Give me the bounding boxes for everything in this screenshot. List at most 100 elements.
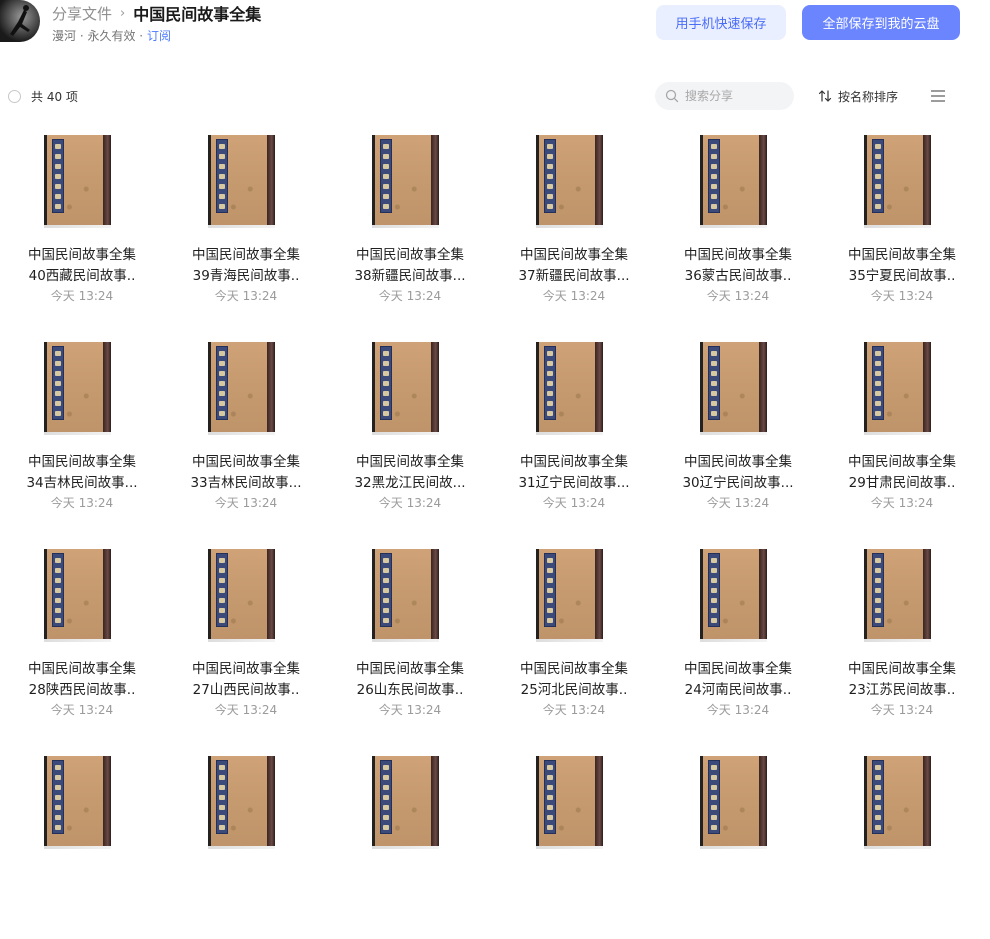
book-cover-thumbnail[interactable] bbox=[536, 342, 603, 435]
file-card[interactable] bbox=[492, 739, 656, 939]
file-card[interactable]: 中国民间故事全集 32黑龙江民间故... 今天 13:24 bbox=[328, 325, 492, 525]
file-card[interactable]: 中国民间故事全集 27山西民间故事.. 今天 13:24 bbox=[164, 532, 328, 732]
file-card[interactable]: 中国民间故事全集 31辽宁民间故事... 今天 13:24 bbox=[492, 325, 656, 525]
separator-dot: · bbox=[135, 29, 147, 43]
book-cover-thumbnail[interactable] bbox=[700, 549, 767, 642]
file-name-line2[interactable]: 27山西民间故事.. bbox=[164, 678, 328, 698]
save-all-button[interactable]: 全部保存到我的云盘 bbox=[802, 5, 960, 40]
book-cover-thumbnail[interactable] bbox=[536, 135, 603, 228]
book-cover-thumbnail[interactable] bbox=[44, 342, 111, 435]
file-card[interactable]: 中国民间故事全集 24河南民间故事.. 今天 13:24 bbox=[656, 532, 820, 732]
file-name-line1[interactable]: 中国民间故事全集 bbox=[328, 243, 492, 263]
file-name-line1[interactable]: 中国民间故事全集 bbox=[0, 450, 164, 470]
file-card[interactable]: 中国民间故事全集 38新疆民间故事... 今天 13:24 bbox=[328, 118, 492, 318]
search-box[interactable] bbox=[655, 82, 794, 110]
book-cover-thumbnail[interactable] bbox=[700, 756, 767, 849]
file-name-line1[interactable]: 中国民间故事全集 bbox=[492, 450, 656, 470]
file-name-line1[interactable]: 中国民间故事全集 bbox=[0, 657, 164, 677]
file-card[interactable]: 中国民间故事全集 23江苏民间故事.. 今天 13:24 bbox=[820, 532, 984, 732]
book-cover-thumbnail[interactable] bbox=[700, 342, 767, 435]
subscribe-link[interactable]: 订阅 bbox=[147, 29, 171, 43]
book-cover-thumbnail[interactable] bbox=[372, 135, 439, 228]
file-card[interactable]: 中国民间故事全集 33吉林民间故事... 今天 13:24 bbox=[164, 325, 328, 525]
file-name-line2[interactable]: 28陕西民间故事.. bbox=[0, 678, 164, 698]
file-card[interactable] bbox=[656, 739, 820, 939]
book-cover-thumbnail[interactable] bbox=[864, 342, 931, 435]
file-card[interactable]: 中国民间故事全集 35宁夏民间故事.. 今天 13:24 bbox=[820, 118, 984, 318]
file-card[interactable]: 中国民间故事全集 29甘肃民间故事.. 今天 13:24 bbox=[820, 325, 984, 525]
book-cover-thumbnail[interactable] bbox=[208, 342, 275, 435]
file-name-line1[interactable]: 中国民间故事全集 bbox=[328, 450, 492, 470]
file-name-line2[interactable]: 24河南民间故事.. bbox=[656, 678, 820, 698]
book-cover-thumbnail[interactable] bbox=[372, 342, 439, 435]
file-name-line1[interactable]: 中国民间故事全集 bbox=[656, 450, 820, 470]
book-cover-thumbnail[interactable] bbox=[208, 135, 275, 228]
sort-button[interactable]: 按名称排序 bbox=[818, 86, 898, 106]
file-card[interactable]: 中国民间故事全集 36蒙古民间故事.. 今天 13:24 bbox=[656, 118, 820, 318]
file-time: 今天 13:24 bbox=[706, 496, 770, 510]
book-cover-thumbnail[interactable] bbox=[208, 549, 275, 642]
file-card[interactable]: 中国民间故事全集 37新疆民间故事... 今天 13:24 bbox=[492, 118, 656, 318]
file-name-line1[interactable]: 中国民间故事全集 bbox=[164, 243, 328, 263]
file-name-line2[interactable]: 29甘肃民间故事.. bbox=[820, 471, 984, 491]
file-name-line2[interactable]: 35宁夏民间故事.. bbox=[820, 264, 984, 284]
file-name-line2[interactable]: 34吉林民间故事... bbox=[0, 471, 164, 491]
book-cover-thumbnail[interactable] bbox=[44, 135, 111, 228]
book-cover-thumbnail[interactable] bbox=[536, 756, 603, 849]
file-card[interactable] bbox=[0, 739, 164, 939]
select-all-row: 共 40 项 bbox=[8, 86, 78, 106]
file-name-line2[interactable]: 39青海民间故事.. bbox=[164, 264, 328, 284]
file-name-line2[interactable]: 23江苏民间故事.. bbox=[820, 678, 984, 698]
file-name-line1[interactable]: 中国民间故事全集 bbox=[820, 657, 984, 677]
avatar[interactable] bbox=[0, 0, 40, 42]
file-name-line2[interactable]: 32黑龙江民间故... bbox=[328, 471, 492, 491]
file-card[interactable]: 中国民间故事全集 26山东民间故事.. 今天 13:24 bbox=[328, 532, 492, 732]
file-card[interactable]: 中国民间故事全集 30辽宁民间故事... 今天 13:24 bbox=[656, 325, 820, 525]
book-cover-thumbnail[interactable] bbox=[372, 756, 439, 849]
search-input[interactable] bbox=[685, 89, 785, 103]
file-name-line2[interactable]: 36蒙古民间故事.. bbox=[656, 264, 820, 284]
file-name-line1[interactable]: 中国民间故事全集 bbox=[164, 450, 328, 470]
book-cover-thumbnail[interactable] bbox=[864, 549, 931, 642]
file-name-line1[interactable]: 中国民间故事全集 bbox=[328, 657, 492, 677]
file-name-line2[interactable]: 33吉林民间故事... bbox=[164, 471, 328, 491]
file-card[interactable] bbox=[328, 739, 492, 939]
file-card[interactable]: 中国民间故事全集 40西藏民间故事.. 今天 13:24 bbox=[0, 118, 164, 318]
book-cover-thumbnail[interactable] bbox=[536, 549, 603, 642]
list-view-icon[interactable] bbox=[930, 88, 946, 104]
file-name-line1[interactable]: 中国民间故事全集 bbox=[820, 450, 984, 470]
file-name-line1[interactable]: 中国民间故事全集 bbox=[656, 243, 820, 263]
file-card[interactable]: 中国民间故事全集 25河北民间故事.. 今天 13:24 bbox=[492, 532, 656, 732]
book-cover-thumbnail[interactable] bbox=[44, 549, 111, 642]
file-name-line1[interactable]: 中国民间故事全集 bbox=[656, 657, 820, 677]
mobile-save-button[interactable]: 用手机快速保存 bbox=[656, 5, 786, 40]
book-cover-thumbnail[interactable] bbox=[44, 756, 111, 849]
file-name-line2[interactable]: 38新疆民间故事... bbox=[328, 264, 492, 284]
file-name-line1[interactable]: 中国民间故事全集 bbox=[492, 657, 656, 677]
file-card[interactable] bbox=[164, 739, 328, 939]
book-cover-thumbnail[interactable] bbox=[372, 549, 439, 642]
file-card[interactable]: 中国民间故事全集 34吉林民间故事... 今天 13:24 bbox=[0, 325, 164, 525]
file-name-line2[interactable]: 31辽宁民间故事... bbox=[492, 471, 656, 491]
file-card[interactable]: 中国民间故事全集 39青海民间故事.. 今天 13:24 bbox=[164, 118, 328, 318]
avatar-figure-icon bbox=[10, 5, 30, 36]
file-name-line1[interactable]: 中国民间故事全集 bbox=[0, 243, 164, 263]
file-name-line1[interactable]: 中国民间故事全集 bbox=[820, 243, 984, 263]
file-name-line2[interactable]: 40西藏民间故事.. bbox=[0, 264, 164, 284]
file-name-line1[interactable]: 中国民间故事全集 bbox=[164, 657, 328, 677]
file-card[interactable] bbox=[820, 739, 984, 939]
book-cover-thumbnail[interactable] bbox=[864, 756, 931, 849]
file-name-line1[interactable]: 中国民间故事全集 bbox=[492, 243, 656, 263]
select-all-checkbox[interactable] bbox=[8, 89, 21, 103]
book-cover-thumbnail[interactable] bbox=[700, 135, 767, 228]
file-name-line2[interactable]: 25河北民间故事.. bbox=[492, 678, 656, 698]
book-cover-thumbnail[interactable] bbox=[864, 135, 931, 228]
file-card[interactable]: 中国民间故事全集 28陕西民间故事.. 今天 13:24 bbox=[0, 532, 164, 732]
file-name-line2[interactable]: 26山东民间故事.. bbox=[328, 678, 492, 698]
file-name-line2[interactable]: 30辽宁民间故事... bbox=[656, 471, 820, 491]
file-time: 今天 13:24 bbox=[870, 289, 934, 303]
breadcrumb-shared-files[interactable]: 分享文件 bbox=[52, 3, 112, 24]
owner-name[interactable]: 漫河 bbox=[52, 29, 76, 43]
book-cover-thumbnail[interactable] bbox=[208, 756, 275, 849]
file-name-line2[interactable]: 37新疆民间故事... bbox=[492, 264, 656, 284]
